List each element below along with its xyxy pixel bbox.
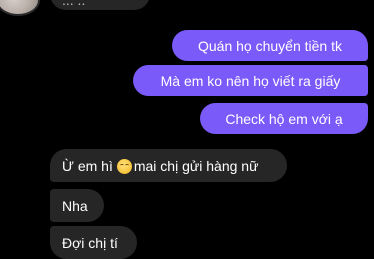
sent-message[interactable]: Quán họ chuyển tiền tk (172, 30, 368, 61)
sent-message-text: Quán họ chuyển tiền tk (198, 37, 342, 54)
contact-avatar[interactable] (0, 0, 40, 16)
sent-message[interactable]: Check hộ em với ạ (200, 103, 368, 134)
received-message-text: ... .. (62, 0, 86, 8)
sent-message[interactable]: Mà em ko nên họ viết ra giấy (133, 65, 368, 96)
received-message[interactable]: Đợi chị tí (50, 226, 137, 259)
sent-message-text: Check hộ em với ạ (225, 110, 343, 127)
received-message-text: Đợi chị tí (62, 234, 118, 251)
received-message-partial[interactable]: ... .. (50, 0, 150, 10)
smiling-blush-emoji-icon (116, 159, 132, 174)
received-message-text: Nha (62, 197, 88, 214)
received-message-text: mai chị gửi hàng nữ (133, 157, 259, 174)
sent-message-text: Mà em ko nên họ viết ra giấy (160, 72, 341, 89)
received-message-text: Ừ em hì (62, 157, 113, 174)
received-message[interactable]: Ừ em hì mai chị gửi hàng nữ (50, 149, 287, 182)
received-message[interactable]: Nha (50, 189, 104, 222)
